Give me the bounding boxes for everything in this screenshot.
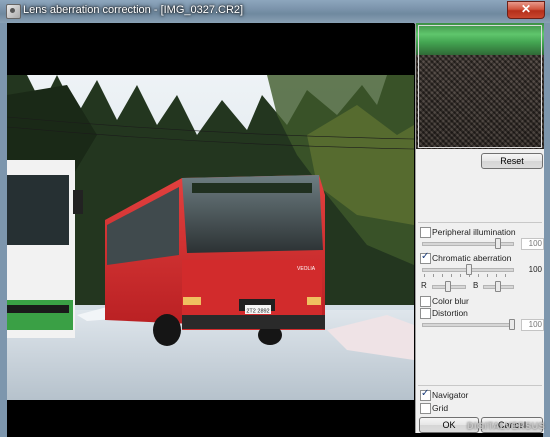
window-title: Lens aberration correction - [IMG_0327.C… — [23, 4, 244, 16]
peripheral-illumination-value[interactable]: 100 — [521, 238, 544, 250]
close-button[interactable]: ✕ — [507, 1, 545, 19]
distortion-slider[interactable] — [422, 323, 514, 327]
red-shift-slider-thumb[interactable] — [445, 281, 451, 292]
blue-shift-slider-thumb[interactable] — [495, 281, 501, 292]
grid-checkbox[interactable] — [420, 403, 431, 414]
window-frame-left — [0, 23, 7, 437]
watermark-logo: DIGITALVERSUS — [467, 421, 546, 431]
title-bar: Lens aberration correction - [IMG_0327.C… — [0, 0, 550, 24]
slider-ticks — [424, 274, 510, 277]
navigator-checkbox[interactable] — [420, 388, 431, 401]
bus-logo-text: VEOLIA — [297, 266, 316, 272]
navigator-label: Navigator — [432, 390, 469, 400]
app-icon — [6, 4, 21, 19]
chromatic-aberration-checkbox[interactable] — [420, 251, 431, 264]
peripheral-illumination-checkbox[interactable] — [420, 227, 431, 238]
chromatic-aberration-value[interactable]: 100 — [521, 264, 544, 276]
chromatic-aberration-label: Chromatic aberration — [432, 253, 512, 263]
divider — [418, 222, 542, 223]
image-preview[interactable]: 2T2 2892 VEOLIA — [7, 23, 414, 430]
color-blur-label: Color blur — [432, 296, 469, 306]
license-plate: 2T2 2892 — [246, 309, 269, 315]
settings-panel: Reset Peripheral illumination 100 Chroma… — [415, 23, 544, 433]
peripheral-illumination-slider-thumb[interactable] — [495, 238, 501, 249]
divider — [418, 385, 542, 386]
distortion-label: Distortion — [432, 308, 468, 318]
peripheral-illumination-label: Peripheral illumination — [432, 227, 516, 237]
blue-label: B — [473, 281, 479, 290]
color-blur-checkbox[interactable] — [420, 296, 431, 307]
window-frame-right — [543, 23, 550, 437]
distortion-slider-thumb[interactable] — [509, 319, 515, 330]
navigator-thumbnail[interactable] — [416, 23, 544, 149]
navigator-view-rect[interactable] — [418, 25, 542, 148]
distortion-value[interactable]: 100 — [521, 319, 544, 331]
red-label: R — [421, 281, 427, 290]
photo-preview: 2T2 2892 VEOLIA — [7, 75, 414, 400]
distortion-checkbox[interactable] — [420, 308, 431, 319]
reset-button[interactable]: Reset — [481, 153, 543, 169]
grid-label: Grid — [432, 403, 449, 413]
